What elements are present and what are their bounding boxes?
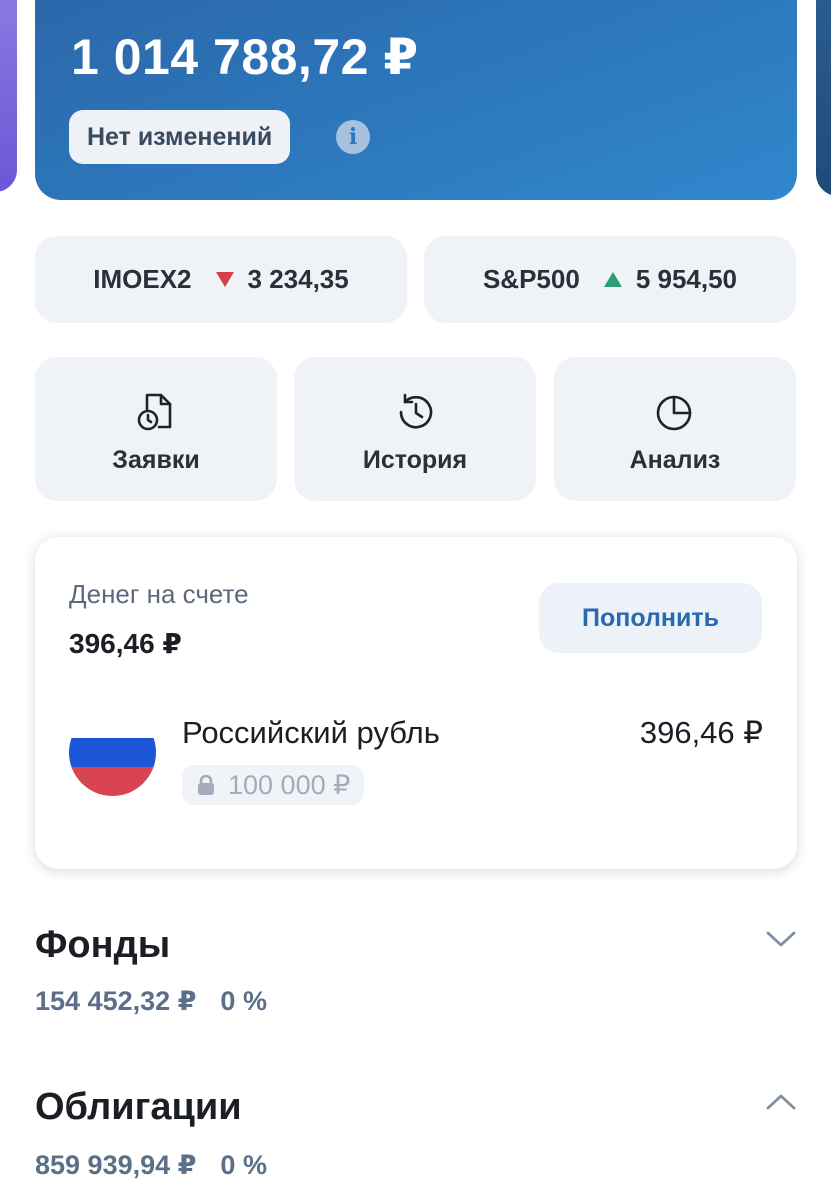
section-percent: 0 % [220,1150,267,1180]
info-icon[interactable]: i [336,120,370,154]
arrow-up-icon [603,272,622,287]
cash-title: Денег на счете [69,579,249,609]
orders-button[interactable]: Заявки [35,357,277,501]
section-summary-bonds: 859 939,94 ₽ 0 % [35,1150,267,1181]
orders-label: Заявки [112,446,200,474]
analysis-button[interactable]: Анализ [554,357,796,501]
section-title-bonds[interactable]: Облигации [35,1086,242,1129]
chevron-down-icon[interactable] [765,929,797,949]
change-badge: Нет изменений [69,110,291,164]
section-percent: 0 % [220,986,267,1016]
orders-icon [137,393,172,431]
cash-amount: 396,46 ₽ [69,628,182,659]
adjacent-card-left[interactable] [0,0,17,192]
currency-amount: 396,46 ₽ [639,715,763,750]
index-name: S&P500 [482,264,580,294]
currency-name[interactable]: Российский рубль [182,715,440,751]
section-summary-funds: 154 452,32 ₽ 0 % [35,986,267,1017]
index-card-sp500[interactable]: S&P500 5 954,50 [424,236,796,323]
arrow-down-icon [215,272,234,287]
history-label: История [362,446,468,474]
cash-balance-card: Денег на счете 396,46 ₽ Пополнить Россий… [35,537,797,869]
portfolio-summary-card[interactable]: 1 014 788,72 ₽ Нет изменений i [35,0,797,200]
lock-icon [198,774,214,795]
section-value: 859 939,94 ₽ [35,1150,197,1180]
adjacent-card-right[interactable] [816,0,831,196]
index-value: 5 954,50 [635,264,738,294]
portfolio-total-value: 1 014 788,72 ₽ [71,29,419,85]
chevron-up-icon[interactable] [765,1092,797,1112]
top-up-button[interactable]: Пополнить [539,583,762,653]
index-name: IMOEX2 [93,264,192,294]
history-button[interactable]: История [294,357,536,501]
pie-chart-icon [656,395,692,431]
section-title-funds[interactable]: Фонды [35,924,170,967]
analysis-label: Анализ [629,446,721,474]
russia-flag-icon [69,709,156,796]
blocked-amount-badge: 100 000 ₽ [182,765,365,805]
index-card-imoex2[interactable]: IMOEX2 3 234,35 [35,236,407,323]
history-icon [399,393,433,429]
index-value: 3 234,35 [247,264,349,294]
blocked-amount: 100 000 ₽ [228,769,351,800]
section-value: 154 452,32 ₽ [35,986,197,1016]
